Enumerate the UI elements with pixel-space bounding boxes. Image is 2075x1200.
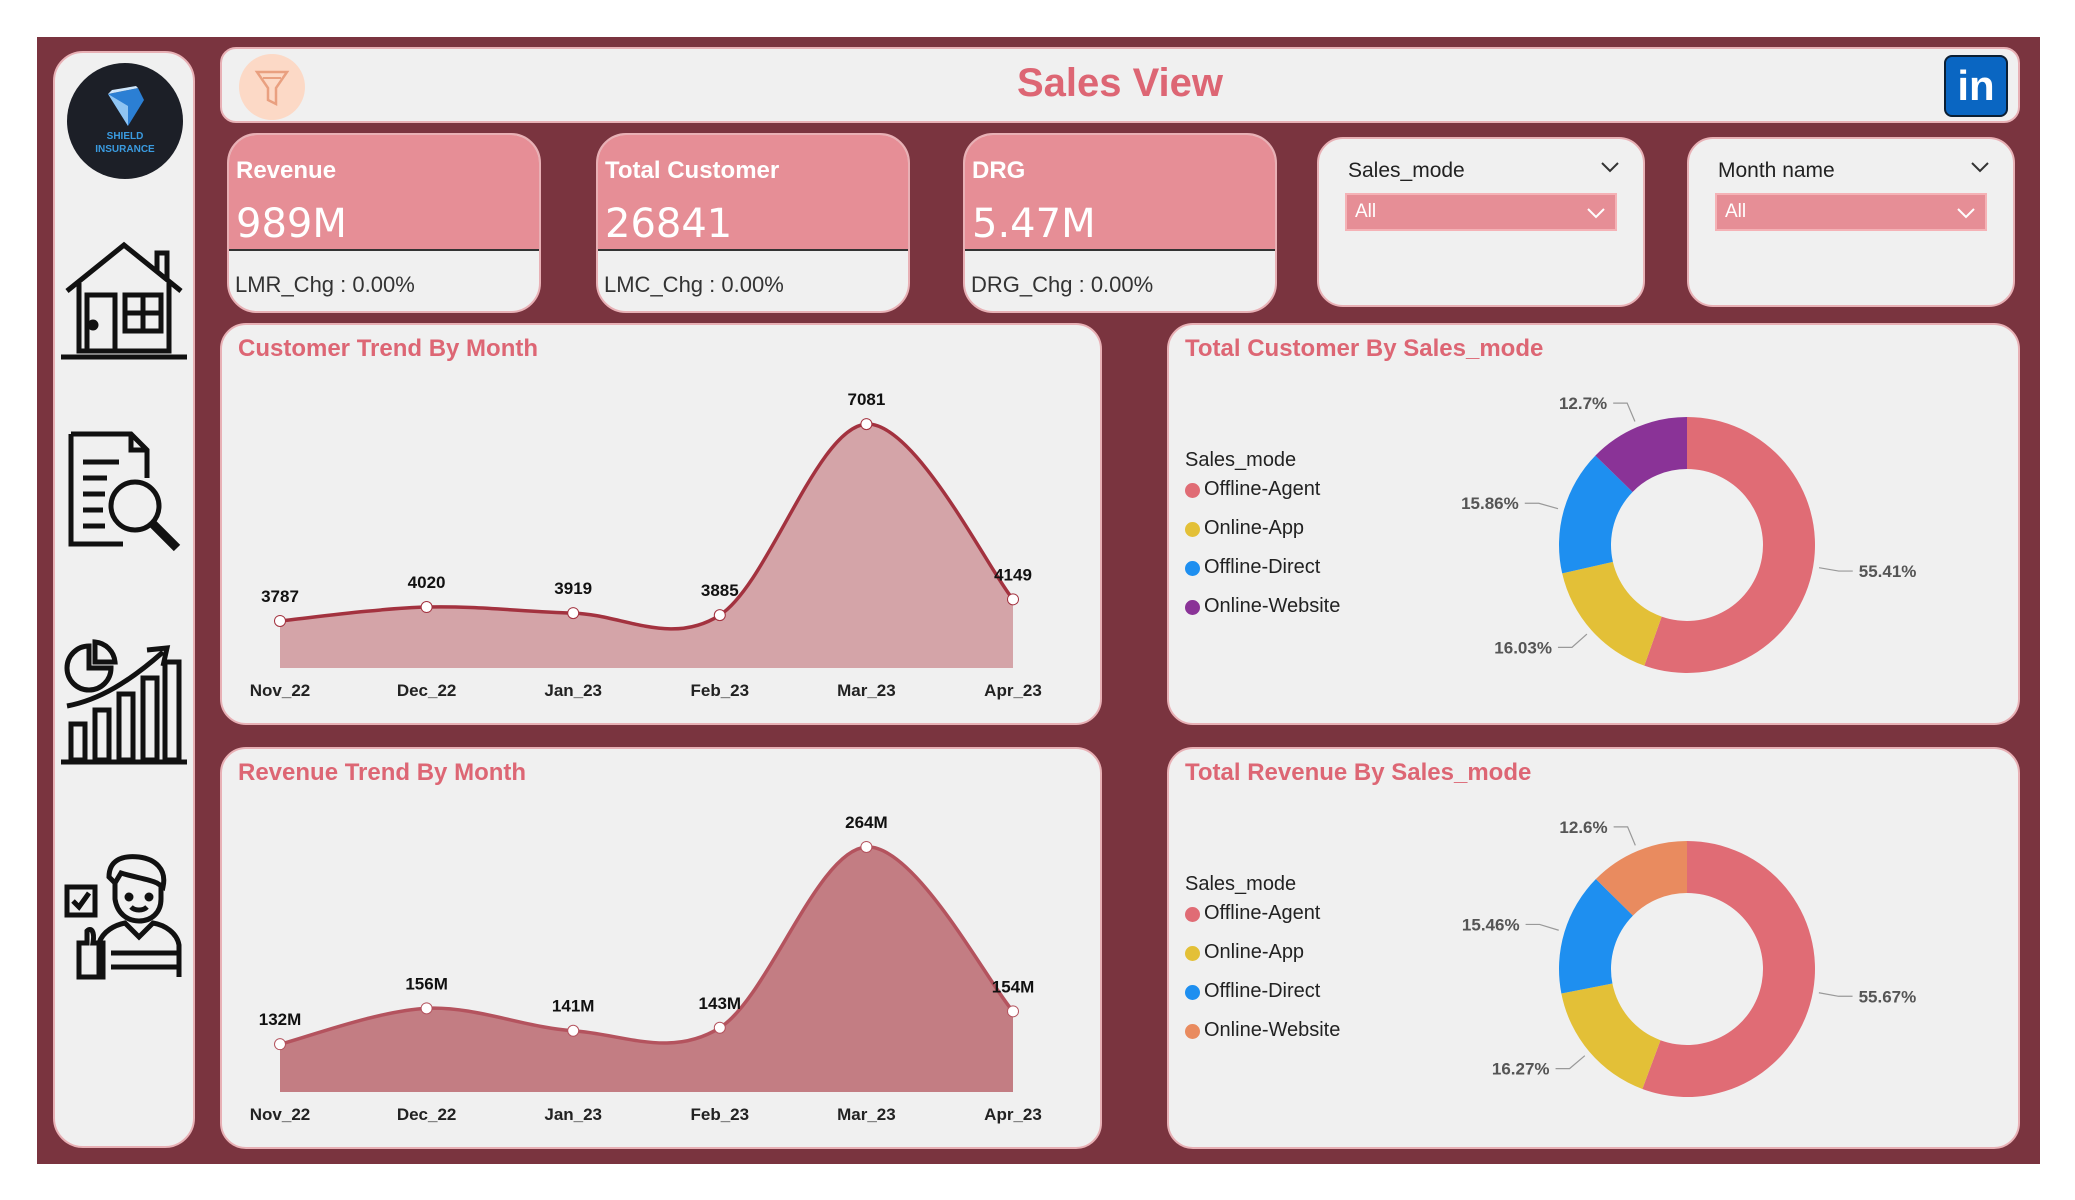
data-label: 143M [699,994,742,1013]
data-label: 154M [992,977,1035,996]
data-label: 3787 [261,587,299,606]
x-tick-label: Mar_23 [837,681,896,700]
data-label: 3885 [701,581,739,600]
donut-slice[interactable] [1561,983,1661,1089]
slicer-sales-mode: Sales_mode All [1317,137,1645,307]
dashboard-frame: SHIELD INSURANCE Sales View in Revenue 9… [37,37,2040,1164]
kpi-card-total-customer: Total Customer 26841 LMC_Chg : 0.00% [596,133,910,313]
revenue-trend-chart: 132M Nov_22 156M Dec_22 141M Jan_23 143M Feb_23… [250,813,1042,1124]
report-search-icon[interactable] [59,428,189,558]
kpi-card-revenue: Revenue 989M LMR_Chg : 0.00% [227,133,541,313]
x-tick-label: Mar_23 [837,1105,896,1124]
slice-label: 15.86% [1461,494,1519,513]
data-point[interactable] [860,840,873,853]
kpi-label: Revenue [236,157,337,184]
revenue-sales-mode-panel: Total Revenue By Sales_mode Sales_mode O… [1167,747,2020,1149]
slice-label: 16.03% [1494,638,1552,657]
customer-donut-chart: 55.41% 16.03% 15.86% 12.7% [1461,394,1917,673]
data-point[interactable] [420,601,433,614]
revenue-trend-panel: Revenue Trend By Month 132M Nov_22 156M Dec… [220,747,1102,1149]
shield-logo-icon [108,86,144,126]
kpi-label: Total Customer [605,157,780,184]
home-icon[interactable] [59,233,189,363]
data-label: 156M [405,974,448,993]
kpi-change: DRG_Chg : 0.00% [971,272,1154,297]
slice-label: 15.46% [1462,915,1520,934]
data-point[interactable] [567,607,580,620]
x-tick-label: Apr_23 [984,681,1042,700]
chevron-down-icon[interactable] [1971,161,1989,173]
slicer-selected-value: All [1355,201,1377,222]
kpi-change: LMC_Chg : 0.00% [604,272,784,297]
data-point[interactable] [567,1024,580,1037]
logo-text-line1: SHIELD [106,131,144,142]
slicer-dropdown[interactable]: All [1715,193,1987,231]
x-tick-label: Feb_23 [691,681,750,700]
area-fill [280,846,1013,1092]
slicer-dropdown[interactable]: All [1345,193,1617,231]
chevron-down-icon [1957,208,1975,219]
linkedin-icon[interactable]: in [1944,55,2008,117]
data-label: 4149 [994,565,1032,584]
data-point[interactable] [1007,1005,1019,1018]
slicer-title: Month name [1718,159,1835,182]
data-point[interactable] [860,418,873,431]
data-point[interactable] [420,1002,433,1015]
data-point[interactable] [713,1021,726,1034]
sidebar: SHIELD INSURANCE [53,51,195,1148]
company-logo: SHIELD INSURANCE [67,63,183,179]
slicer-month-name: Month name All [1687,137,2015,307]
donut-slice[interactable] [1562,561,1662,666]
growth-chart-icon[interactable] [59,638,189,768]
data-point[interactable] [274,614,286,627]
data-point[interactable] [1007,593,1019,606]
slice-label: 16.27% [1492,1060,1550,1079]
customer-sales-mode-panel: Total Customer By Sales_mode Sales_mode … [1167,323,2020,725]
logo-text-line2: INSURANCE [95,144,155,155]
customer-trend-chart: 3787 Nov_22 4020 Dec_22 3919 Jan_23 3885 Feb_23… [250,390,1042,700]
x-tick-label: Jan_23 [544,681,602,700]
data-label: 132M [259,1010,302,1029]
x-tick-label: Dec_22 [397,681,457,700]
customer-trend-panel: Customer Trend By Month 3787 Nov_22 4020 De… [220,323,1102,725]
page-title: Sales View [1016,61,1224,105]
x-tick-label: Nov_22 [250,681,310,700]
data-point[interactable] [713,609,726,622]
kpi-value: 989M [236,201,347,247]
support-agent-icon[interactable] [59,853,189,983]
slice-label: 55.41% [1859,562,1917,581]
data-label: 4020 [408,573,446,592]
x-tick-label: Feb_23 [691,1105,750,1124]
slice-label: 55.67% [1859,987,1917,1006]
x-tick-label: Apr_23 [984,1105,1042,1124]
x-tick-label: Dec_22 [397,1105,457,1124]
kpi-value: 5.47M [972,201,1096,247]
data-point[interactable] [274,1038,286,1051]
slice-label: 12.7% [1559,394,1607,413]
kpi-label: DRG [972,157,1026,184]
data-label: 7081 [847,390,885,409]
kpi-card-drg: DRG 5.47M DRG_Chg : 0.00% [963,133,1277,313]
data-label: 3919 [554,579,592,598]
slicer-title: Sales_mode [1348,159,1465,182]
slice-label: 12.6% [1559,818,1607,837]
kpi-change: LMR_Chg : 0.00% [235,272,415,297]
chevron-down-icon [1587,208,1605,219]
data-label: 264M [845,813,888,832]
area-fill [280,424,1013,668]
kpi-value: 26841 [605,201,733,247]
header-bar: Sales View in [220,47,2020,123]
slicer-selected-value: All [1725,201,1747,222]
x-tick-label: Nov_22 [250,1105,310,1124]
revenue-donut-chart: 55.67% 16.27% 15.46% 12.6% [1462,818,1917,1097]
chevron-down-icon[interactable] [1601,161,1619,173]
x-tick-label: Jan_23 [544,1105,602,1124]
data-label: 141M [552,997,595,1016]
